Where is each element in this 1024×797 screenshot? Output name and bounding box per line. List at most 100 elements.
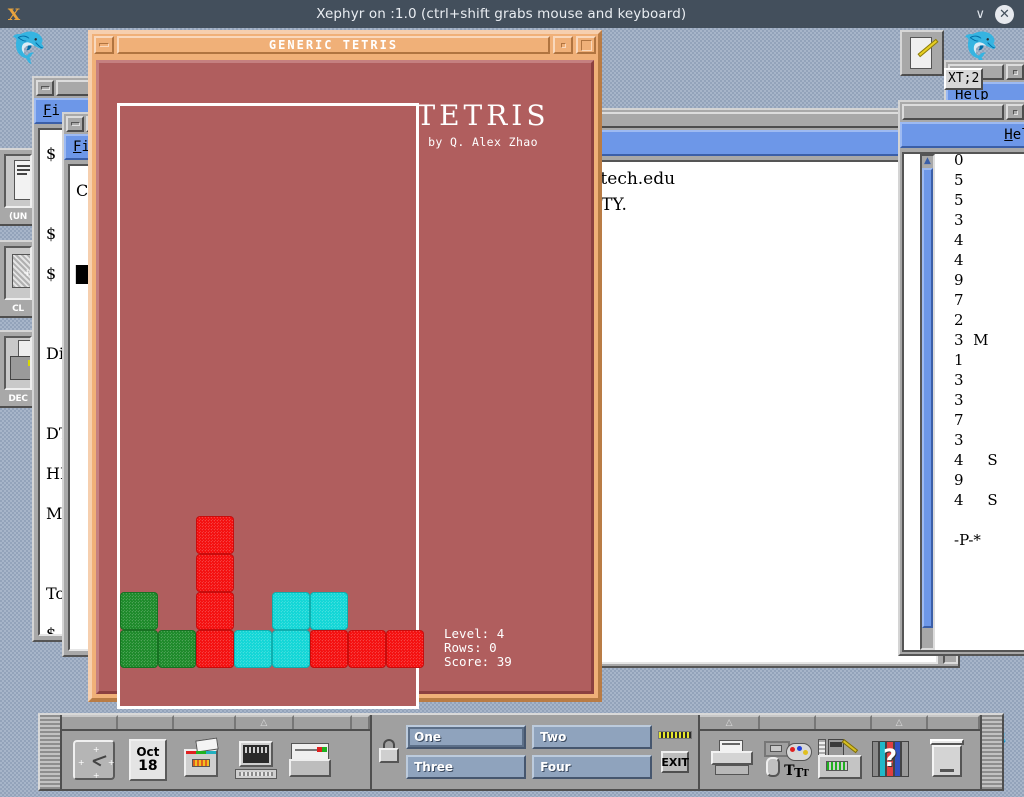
tetris-titlebar: GENERIC TETRIS <box>92 34 598 56</box>
window-titlebar <box>900 102 1024 122</box>
host-window-buttons: ∨ ✕ <box>975 5 1024 24</box>
taskbar-right-tray: △ △ <box>700 715 980 789</box>
dolphin-motif-icon: 🐬 <box>10 34 47 64</box>
workspace-button-three[interactable]: Three <box>406 755 526 779</box>
tetris-title-area: GENERIC TETRIS <box>117 36 550 54</box>
menu-help[interactable]: Help <box>997 127 1024 143</box>
triangle-up-icon: △ <box>896 718 903 728</box>
stat-rows-value: 0 <box>489 640 497 655</box>
tray-slot[interactable] <box>294 715 352 729</box>
i-piece-red <box>196 592 234 630</box>
j-piece-green <box>120 592 158 630</box>
stat-rows: Rows: 0 <box>444 641 512 655</box>
window-title-area <box>564 112 916 128</box>
tray-slot[interactable] <box>118 715 174 729</box>
printer-icon <box>4 336 32 390</box>
workspace-button-one[interactable]: One <box>406 725 526 749</box>
workspace-switcher: One Two Three Four EXIT <box>370 715 700 789</box>
restore-button[interactable] <box>1006 64 1024 80</box>
s-piece-cyan <box>272 630 310 668</box>
toolbox-icon[interactable] <box>816 738 864 782</box>
stat-level-label: Level: <box>444 626 489 641</box>
tray-slot-arrow[interactable]: △ <box>700 715 760 729</box>
tray-slot[interactable] <box>174 715 236 729</box>
j-piece-green <box>120 630 158 668</box>
xephyr-logo-icon: X <box>1 1 27 27</box>
mail-icon[interactable] <box>286 738 334 782</box>
desktop-icon-label: CL <box>0 304 36 316</box>
stat-score: Score: 39 <box>444 655 512 669</box>
s-piece-cyan <box>272 592 310 630</box>
right-mid-scrollbar[interactable]: ▲ <box>920 154 935 650</box>
tray-slot[interactable] <box>928 715 980 729</box>
scrollbar-thumb[interactable] <box>922 168 933 628</box>
scroll-up-arrow-icon[interactable]: ▲ <box>922 156 933 167</box>
minimize-button[interactable] <box>36 80 54 96</box>
i-piece-red-2 <box>348 630 386 668</box>
calendar-icon[interactable]: Oct 18 <box>124 738 172 782</box>
tetris-canvas[interactable]: TETRIS by Q. Alex Zhao Level: 4 Rows: 0 … <box>96 60 594 694</box>
stat-rows-label: Rows: <box>444 640 482 655</box>
tetris-minimize-button[interactable] <box>94 36 114 54</box>
window-label-xt2: XT;2 <box>944 68 983 90</box>
restore-button[interactable] <box>1006 104 1024 120</box>
close-icon[interactable]: ✕ <box>995 5 1014 24</box>
stat-level: Level: 4 <box>444 627 512 641</box>
window-title-area <box>902 104 1004 120</box>
desktop-icon-label: DEC <box>0 394 36 406</box>
terminal-icon[interactable] <box>232 738 280 782</box>
tetris-branding: TETRIS by Q. Alex Zhao <box>393 99 573 149</box>
menubar: Help <box>900 122 1024 148</box>
help-icon[interactable]: ? <box>870 738 918 782</box>
taskbar-left-icons: + + + + Oct 18 <box>62 731 370 789</box>
clock-icon[interactable]: + + + + <box>70 738 118 782</box>
tetris-window-title: GENERIC TETRIS <box>269 38 398 52</box>
triangle-up-icon: △ <box>726 718 733 728</box>
host-titlebar: X Xephyr on :1.0 (ctrl+shift grabs mouse… <box>0 0 1024 28</box>
taskbar-right-icons: T T T <box>700 731 980 789</box>
desktop-icon-editor[interactable] <box>900 30 944 76</box>
right-mid-window[interactable]: Help 0 5 5 3 4 4 9 7 2 3 M 1 3 3 7 3 4 S… <box>898 100 1024 656</box>
taskbar-right-grip[interactable] <box>980 715 1002 789</box>
triangle-up-icon: △ <box>260 718 267 728</box>
trash-icon[interactable] <box>924 738 972 782</box>
i-piece-red <box>196 516 234 554</box>
taskbar: △ + + + + O <box>38 713 1004 791</box>
chevron-down-icon[interactable]: ∨ <box>975 7 985 22</box>
document-text[interactable]: .gatech.edu ANTY. <box>564 160 938 664</box>
tray-slot[interactable] <box>62 715 118 729</box>
workspace-button-four[interactable]: Four <box>532 755 652 779</box>
status-led-indicator <box>658 731 692 739</box>
tray-slot[interactable] <box>352 715 370 729</box>
taskbar-right-headers: △ △ <box>700 715 980 731</box>
i-piece-red-2 <box>386 630 424 668</box>
screen-root: X Xephyr on :1.0 (ctrl+shift grabs mouse… <box>0 0 1024 797</box>
minimize-button[interactable] <box>66 116 84 132</box>
tray-slot-arrow[interactable]: △ <box>236 715 294 729</box>
style-manager-icon[interactable]: T T T <box>762 738 810 782</box>
file-manager-icon[interactable] <box>178 738 226 782</box>
exit-button[interactable]: EXIT <box>661 751 689 773</box>
tetris-restore-button[interactable] <box>553 36 573 54</box>
tetris-playfield[interactable] <box>117 103 419 709</box>
tetris-brand-title: TETRIS <box>393 99 573 132</box>
workspace-buttons: One Two Three Four <box>406 725 652 779</box>
stat-score-label: Score: <box>444 654 489 669</box>
j-piece-green <box>158 630 196 668</box>
printer-icon[interactable] <box>708 738 756 782</box>
tetris-maximize-button[interactable] <box>576 36 596 54</box>
s-piece-cyan <box>310 592 348 630</box>
screen-icon: + <box>4 246 32 300</box>
tray-slot[interactable] <box>816 715 872 729</box>
i-piece-red <box>196 630 234 668</box>
workspace-button-two[interactable]: Two <box>532 725 652 749</box>
stat-score-value: 39 <box>497 654 512 669</box>
lock-icon[interactable] <box>378 739 400 765</box>
workspace-side-controls: EXIT <box>658 731 692 773</box>
tetris-window[interactable]: GENERIC TETRIS TETRIS by Q. Alex Zhao Le… <box>88 30 602 702</box>
tray-slot[interactable] <box>760 715 816 729</box>
host-window-title: Xephyr on :1.0 (ctrl+shift grabs mouse a… <box>27 6 975 22</box>
tetris-brand-author: by Q. Alex Zhao <box>393 135 573 149</box>
tray-slot-arrow[interactable]: △ <box>872 715 928 729</box>
taskbar-left-grip[interactable] <box>40 715 62 789</box>
